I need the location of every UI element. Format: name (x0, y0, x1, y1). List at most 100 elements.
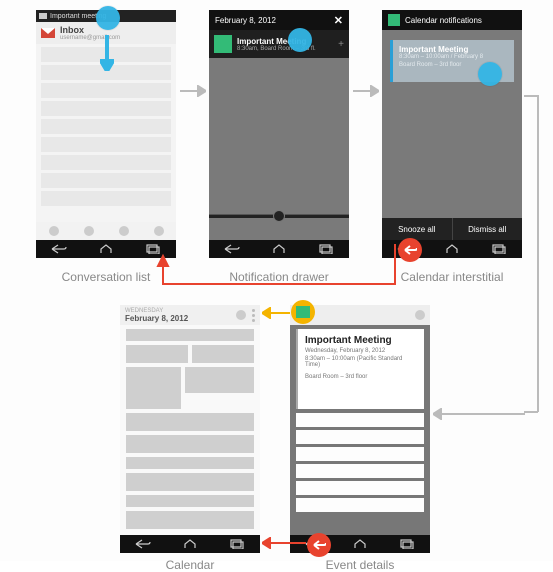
event-row (126, 457, 254, 469)
date-label: February 8, 2012 (125, 314, 188, 323)
list-item[interactable] (41, 137, 171, 152)
system-nav-bar (120, 535, 260, 553)
event-row (126, 345, 254, 363)
calendar-icon (296, 306, 310, 318)
event-block[interactable] (126, 435, 254, 453)
event-block[interactable] (126, 413, 254, 431)
navigation-flow-diagram: Important meeting Inbox username@gmail.c… (0, 0, 553, 561)
phone-calendar: WEDNESDAY February 8, 2012 (120, 305, 260, 553)
home-icon[interactable] (443, 244, 461, 254)
flow-arrow-back (262, 537, 306, 551)
detail-row (296, 498, 424, 512)
dismiss-button[interactable]: Dismiss all (453, 218, 523, 240)
event-block[interactable] (126, 473, 254, 491)
event-row (126, 495, 254, 507)
phone-event-details: Important Meeting Wednesday, February 8,… (290, 305, 430, 553)
list-item[interactable] (41, 155, 171, 170)
action-icon[interactable] (84, 226, 94, 236)
detail-row (296, 430, 424, 444)
event-row (126, 473, 254, 491)
event-block[interactable] (126, 329, 254, 341)
notification-item[interactable]: Important Meeting 8:30am, Board Room – 3… (209, 30, 349, 58)
caption-drawer: Notification drawer (209, 270, 349, 284)
drawer-date: February 8, 2012 (215, 16, 276, 25)
list-item[interactable] (41, 101, 171, 116)
recent-icon[interactable] (398, 539, 416, 549)
event-block[interactable] (185, 367, 254, 393)
event-block[interactable] (192, 345, 254, 363)
calendar-icon (388, 14, 400, 26)
drawer-header: February 8, 2012 ✕ (209, 10, 349, 30)
flow-arrow (353, 85, 379, 99)
event-card: Important Meeting Wednesday, February 8,… (296, 329, 424, 409)
list-item[interactable] (41, 173, 171, 188)
action-icon[interactable] (415, 310, 425, 320)
interstitial-buttons: Snooze all Dismiss all (382, 218, 522, 240)
phone-calendar-interstitial: Calendar notifications Important Meeting… (382, 10, 522, 258)
flow-arrow (524, 90, 544, 422)
caption-interstitial: Calendar interstitial (382, 270, 522, 284)
caption-conversation: Conversation list (36, 270, 176, 284)
caption-event-details: Event details (290, 558, 430, 572)
drawer-handle[interactable] (209, 214, 349, 218)
interstitial-header: Calendar notifications (382, 10, 522, 30)
recent-icon[interactable] (490, 244, 508, 254)
expand-icon[interactable]: + (338, 39, 344, 50)
detail-row (296, 413, 424, 427)
event-block[interactable] (126, 367, 181, 409)
snooze-button[interactable]: Snooze all (382, 218, 453, 240)
back-icon[interactable] (50, 244, 68, 254)
detail-row (296, 481, 424, 495)
touch-indicator (96, 6, 120, 30)
event-title: Important Meeting (399, 45, 508, 54)
event-location: Board Room – 3rd floor (305, 374, 417, 380)
event-block[interactable] (126, 345, 188, 363)
touch-indicator (478, 62, 502, 86)
today-icon[interactable] (236, 310, 246, 320)
event-time: 8:30am – 10:00am / February 8 (399, 54, 508, 62)
event-row (126, 511, 254, 529)
drag-down-arrow (100, 35, 114, 73)
home-icon[interactable] (351, 539, 369, 549)
flow-arrow-up (262, 307, 290, 321)
event-time: 8:30am – 10:00am (Pacific Standard Time) (305, 356, 417, 368)
back-icon[interactable] (134, 539, 152, 549)
phone-notification-drawer: February 8, 2012 ✕ Important Meeting 8:3… (209, 10, 349, 258)
close-icon[interactable]: ✕ (334, 14, 343, 27)
event-row (126, 329, 254, 341)
home-icon[interactable] (97, 244, 115, 254)
back-action-indicator (398, 238, 422, 262)
action-icon[interactable] (119, 226, 129, 236)
detail-row (296, 464, 424, 478)
back-action-indicator (307, 533, 331, 557)
detail-row (296, 447, 424, 461)
flow-arrowhead (433, 408, 525, 422)
action-bar (36, 222, 176, 240)
event-title: Important Meeting (305, 335, 417, 346)
event-row (126, 435, 254, 453)
calendar-header: WEDNESDAY February 8, 2012 (120, 305, 260, 325)
overflow-icon[interactable] (252, 309, 255, 322)
list-item[interactable] (41, 191, 171, 206)
event-block[interactable] (126, 457, 254, 469)
caption-calendar: Calendar (120, 558, 260, 572)
event-date: Wednesday, February 8, 2012 (305, 348, 417, 354)
calendar-icon (214, 35, 232, 53)
gmail-icon (41, 28, 55, 38)
status-icon (39, 13, 47, 19)
header-title: Calendar notifications (405, 16, 482, 25)
calendar-body (120, 325, 260, 537)
touch-indicator (288, 28, 312, 52)
event-details-rows (296, 413, 424, 512)
flow-arrow (180, 85, 206, 99)
home-icon[interactable] (181, 539, 199, 549)
event-block[interactable] (126, 495, 254, 507)
recent-icon[interactable] (228, 539, 246, 549)
event-row (126, 413, 254, 431)
action-icon[interactable] (49, 226, 59, 236)
event-row (126, 367, 254, 409)
action-icon[interactable] (154, 226, 164, 236)
list-item[interactable] (41, 119, 171, 134)
event-block[interactable] (126, 511, 254, 529)
list-item[interactable] (41, 83, 171, 98)
